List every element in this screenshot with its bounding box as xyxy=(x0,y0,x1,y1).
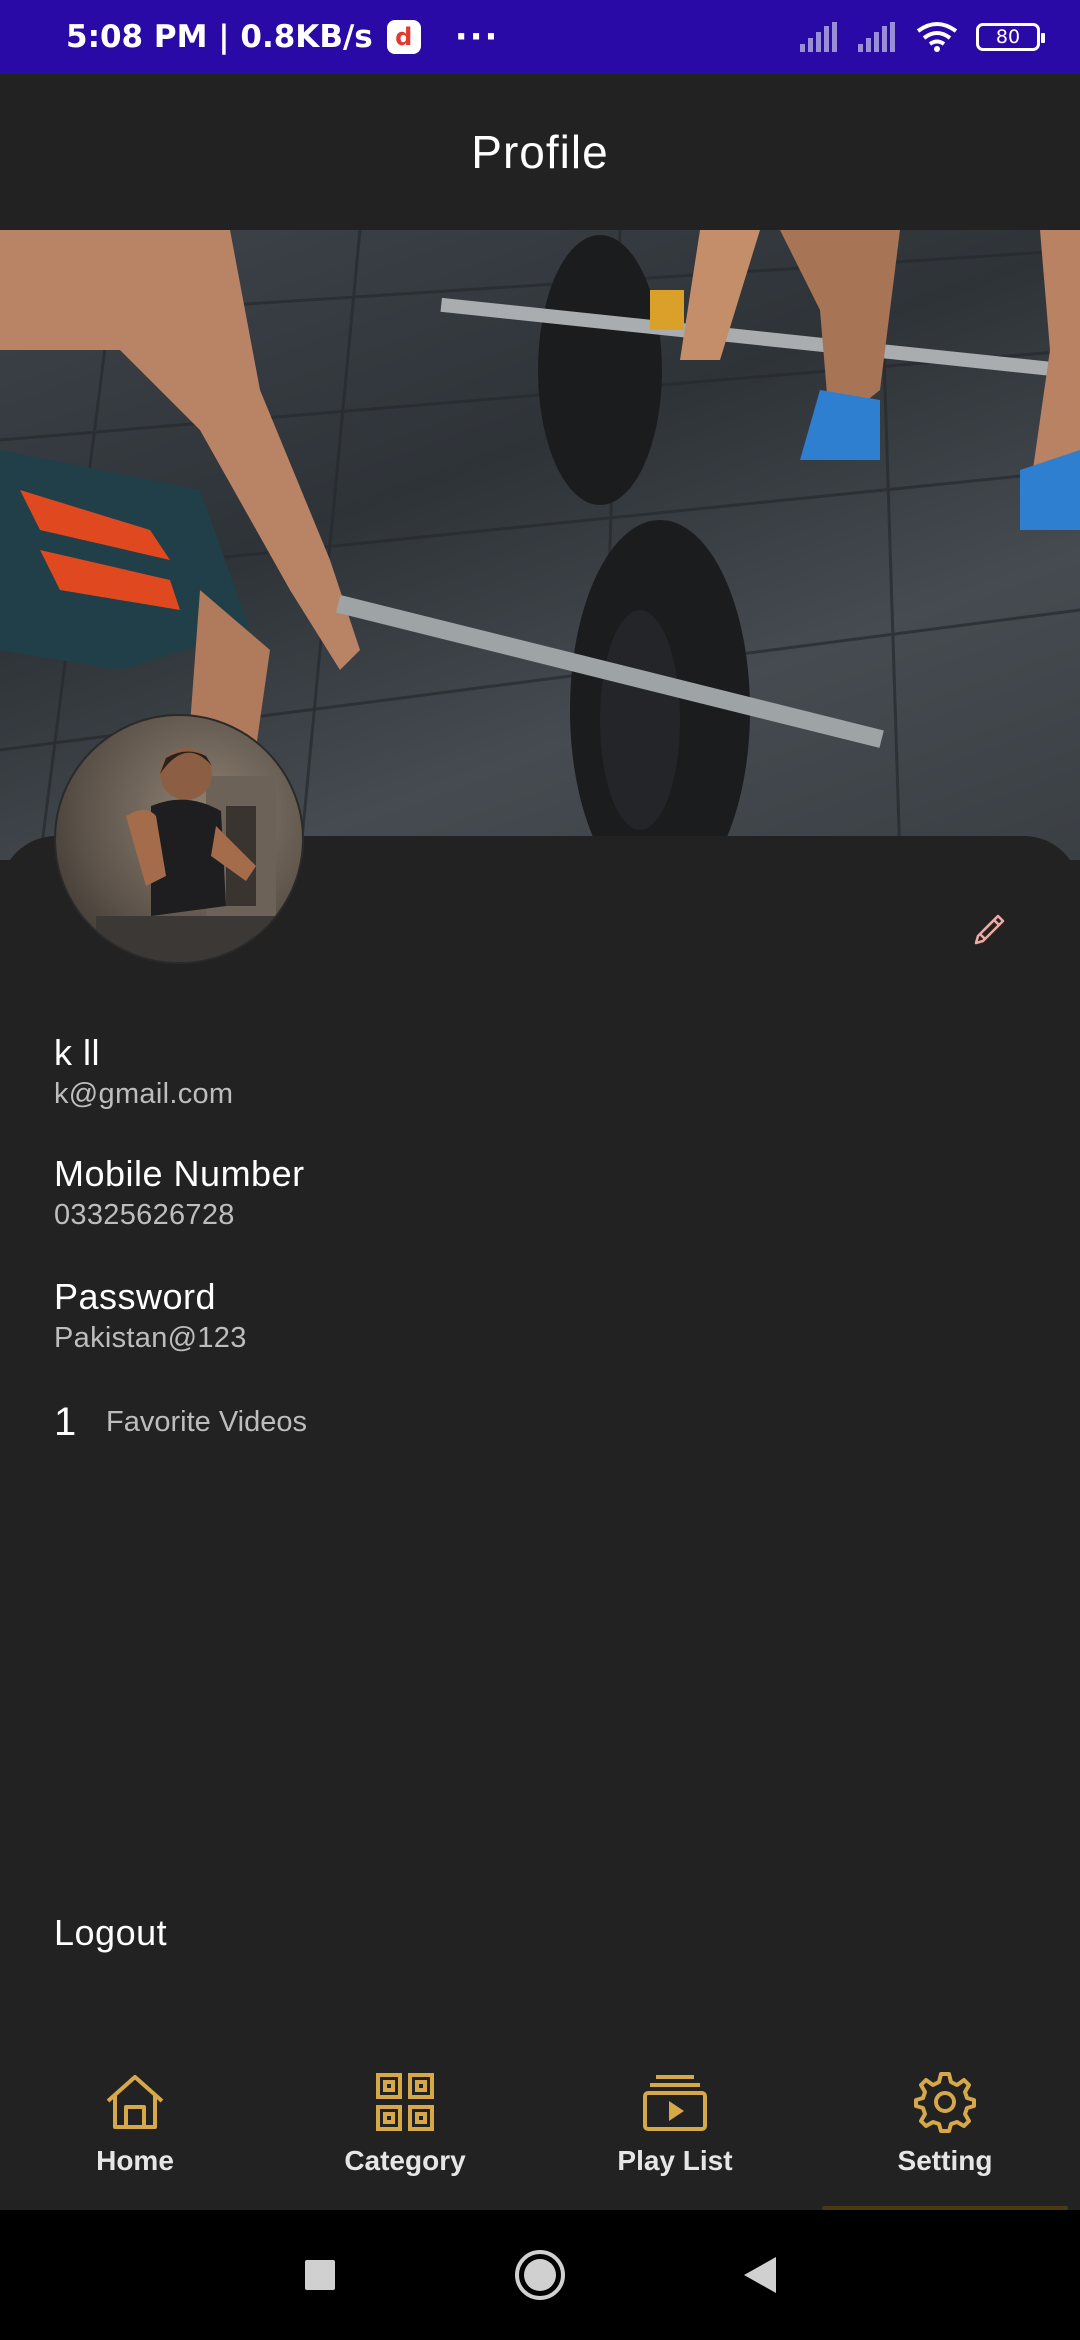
more-notifications-icon: ··· xyxy=(454,17,500,57)
nav-category-label: Category xyxy=(344,2145,466,2176)
avatar-image xyxy=(96,748,276,962)
back-button[interactable] xyxy=(725,2240,795,2310)
circle-icon xyxy=(515,2250,565,2300)
wifi-icon xyxy=(916,22,958,52)
bottom-navigation: Home Category Play List Setting xyxy=(0,2036,1080,2210)
signal-icon-2 xyxy=(858,22,895,52)
logout-button[interactable]: Logout xyxy=(54,1912,167,1954)
nav-category[interactable]: Category xyxy=(270,2036,540,2210)
playlist-icon xyxy=(642,2069,708,2135)
profile-name: k ll xyxy=(54,1032,100,1073)
edit-profile-button[interactable] xyxy=(964,902,1016,954)
name-block: k ll k@gmail.com xyxy=(54,1031,233,1113)
notification-app-icon: d xyxy=(386,20,421,54)
nav-playlist[interactable]: Play List xyxy=(540,2036,810,2210)
square-icon xyxy=(305,2260,335,2290)
avatar[interactable] xyxy=(54,714,304,964)
password-label: Password xyxy=(54,1276,217,1317)
status-right: 80 xyxy=(800,21,1045,53)
nav-playlist-label: Play List xyxy=(617,2145,733,2176)
nav-home[interactable]: Home xyxy=(0,2036,270,2210)
profile-email: k@gmail.com xyxy=(54,1078,234,1110)
pencil-icon xyxy=(974,914,1005,945)
nav-home-label: Home xyxy=(96,2145,174,2176)
status-left: 5:08 PM | 0.8KB/s d ··· xyxy=(66,17,499,57)
mobile-label: Mobile Number xyxy=(54,1153,305,1194)
system-navigation-bar xyxy=(0,2210,1080,2340)
home-icon xyxy=(102,2069,168,2135)
app-bar: Profile xyxy=(0,74,1080,230)
back-triangle-icon xyxy=(744,2257,776,2293)
status-bar: 5:08 PM | 0.8KB/s d ··· 80 xyxy=(0,0,1080,74)
gear-icon xyxy=(912,2069,978,2135)
favorite-label: Favorite Videos xyxy=(106,1406,307,1438)
notification-app-letter: d xyxy=(395,23,413,51)
nav-setting[interactable]: Setting xyxy=(810,2036,1080,2210)
password-block: Password Pakistan@123 xyxy=(54,1275,247,1357)
grid-icon xyxy=(372,2069,438,2135)
status-time-speed: 5:08 PM | 0.8KB/s xyxy=(66,19,373,55)
home-system-button[interactable] xyxy=(505,2240,575,2310)
signal-icon-1 xyxy=(800,22,837,52)
recents-button[interactable] xyxy=(285,2240,355,2310)
nav-setting-label: Setting xyxy=(897,2145,993,2176)
battery-icon: 80 xyxy=(976,23,1045,51)
password-value: Pakistan@123 xyxy=(54,1322,247,1354)
mobile-block: Mobile Number 03325626728 xyxy=(54,1152,305,1234)
battery-level: 80 xyxy=(995,26,1021,48)
favorite-count: 1 xyxy=(54,1400,77,1444)
mobile-value: 03325626728 xyxy=(54,1199,235,1231)
page-title: Profile xyxy=(471,126,609,178)
favorite-videos-row[interactable]: 1 Favorite Videos xyxy=(54,1400,307,1445)
